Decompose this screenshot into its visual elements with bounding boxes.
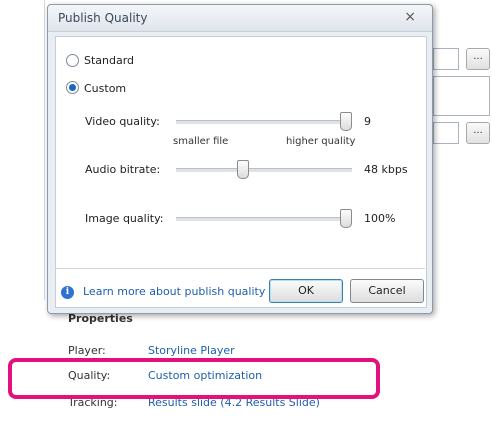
image-quality-thumb[interactable] — [340, 209, 352, 228]
quality-highlight-box — [8, 358, 380, 399]
description-field[interactable] — [433, 76, 490, 116]
standard-label[interactable]: Standard — [84, 54, 134, 67]
player-label: Player: — [68, 344, 106, 357]
smaller-file-hint: smaller file — [173, 136, 229, 147]
dialog-titlebar: Publish Quality × — [48, 5, 432, 32]
custom-label[interactable]: Custom — [84, 82, 126, 95]
audio-bitrate-value: 48 kbps — [364, 163, 408, 176]
audio-bitrate-thumb[interactable] — [236, 160, 249, 179]
cancel-button[interactable]: Cancel — [350, 279, 424, 303]
footer-divider — [55, 268, 425, 269]
image-quality-label: Image quality: — [85, 212, 164, 225]
close-icon[interactable]: × — [404, 9, 416, 25]
learn-more-link[interactable]: Learn more about publish quality — [83, 285, 265, 298]
custom-radio[interactable] — [66, 81, 79, 94]
title-field[interactable] — [433, 48, 459, 70]
folder-field[interactable] — [433, 122, 459, 144]
browse-button-1[interactable]: ... — [466, 48, 490, 70]
audio-bitrate-label: Audio bitrate: — [85, 163, 161, 176]
video-quality-thumb[interactable] — [340, 112, 352, 131]
video-quality-track[interactable] — [176, 120, 352, 124]
ok-button[interactable]: OK — [269, 279, 343, 303]
info-icon: i — [61, 286, 74, 299]
video-quality-value: 9 — [364, 115, 371, 128]
dialog-title: Publish Quality — [58, 11, 148, 25]
browse-button-2[interactable]: ... — [466, 122, 490, 144]
audio-bitrate-track[interactable] — [176, 168, 352, 172]
image-quality-value: 100% — [364, 212, 396, 225]
standard-radio[interactable] — [66, 54, 79, 67]
video-quality-label: Video quality: — [85, 115, 160, 128]
player-link[interactable]: Storyline Player — [148, 344, 235, 357]
higher-quality-hint: higher quality — [286, 136, 356, 147]
image-quality-track[interactable] — [176, 217, 352, 221]
